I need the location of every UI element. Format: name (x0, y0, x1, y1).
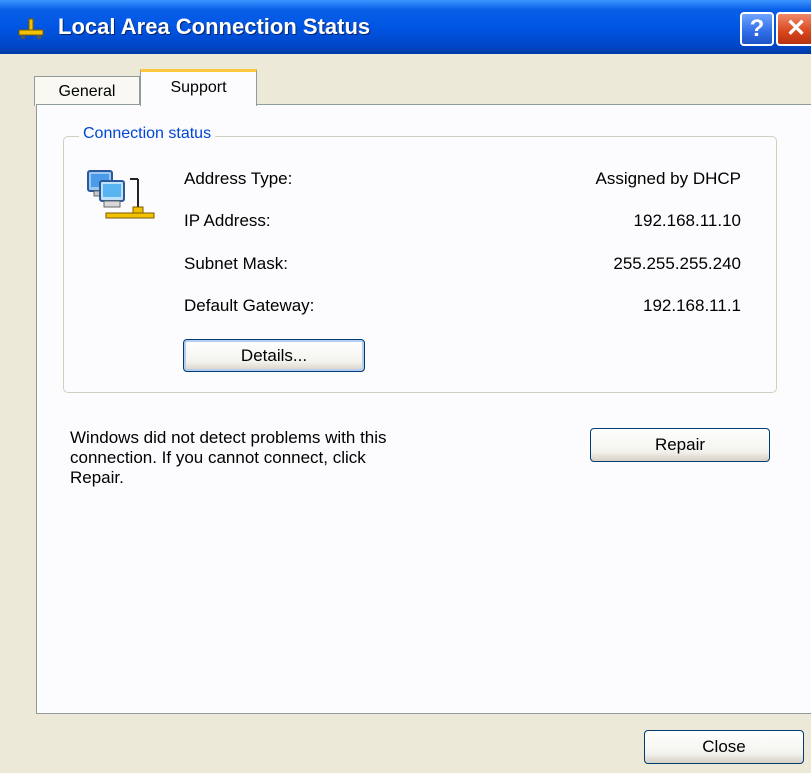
connection-status-window: Local Area Connection Status ? ✕ General… (0, 0, 811, 773)
default-gateway-value: 192.168.11.1 (643, 296, 741, 315)
repair-button[interactable]: Repair (590, 428, 770, 462)
close-button[interactable]: Close (644, 730, 804, 764)
tab-general[interactable]: General (34, 76, 140, 106)
subnet-mask-label: Subnet Mask: (184, 254, 288, 273)
help-button[interactable]: ? (740, 12, 774, 46)
network-connection-icon (18, 18, 44, 39)
window-title: Local Area Connection Status (58, 14, 371, 39)
ip-address-label: IP Address: (184, 211, 271, 230)
address-type-label: Address Type: (184, 169, 293, 188)
network-computers-icon (87, 170, 155, 219)
repair-message-line: connection. If you cannot connect, click (70, 448, 366, 467)
group-title: Connection status (79, 123, 216, 145)
details-button[interactable]: Details... (183, 339, 365, 372)
tab-support[interactable]: Support (140, 69, 257, 106)
address-type-value: Assigned by DHCP (595, 169, 741, 188)
repair-message: Windows did not detect problems with thi… (70, 428, 550, 488)
title-bar[interactable]: Local Area Connection Status ? ✕ (0, 0, 811, 54)
subnet-mask-value: 255.255.255.240 (613, 254, 741, 273)
repair-message-line: Repair. (70, 468, 124, 487)
close-window-button[interactable]: ✕ (776, 12, 811, 46)
ip-address-value: 192.168.11.10 (633, 211, 741, 230)
default-gateway-label: Default Gateway: (184, 296, 315, 315)
repair-message-line: Windows did not detect problems with thi… (70, 428, 387, 447)
